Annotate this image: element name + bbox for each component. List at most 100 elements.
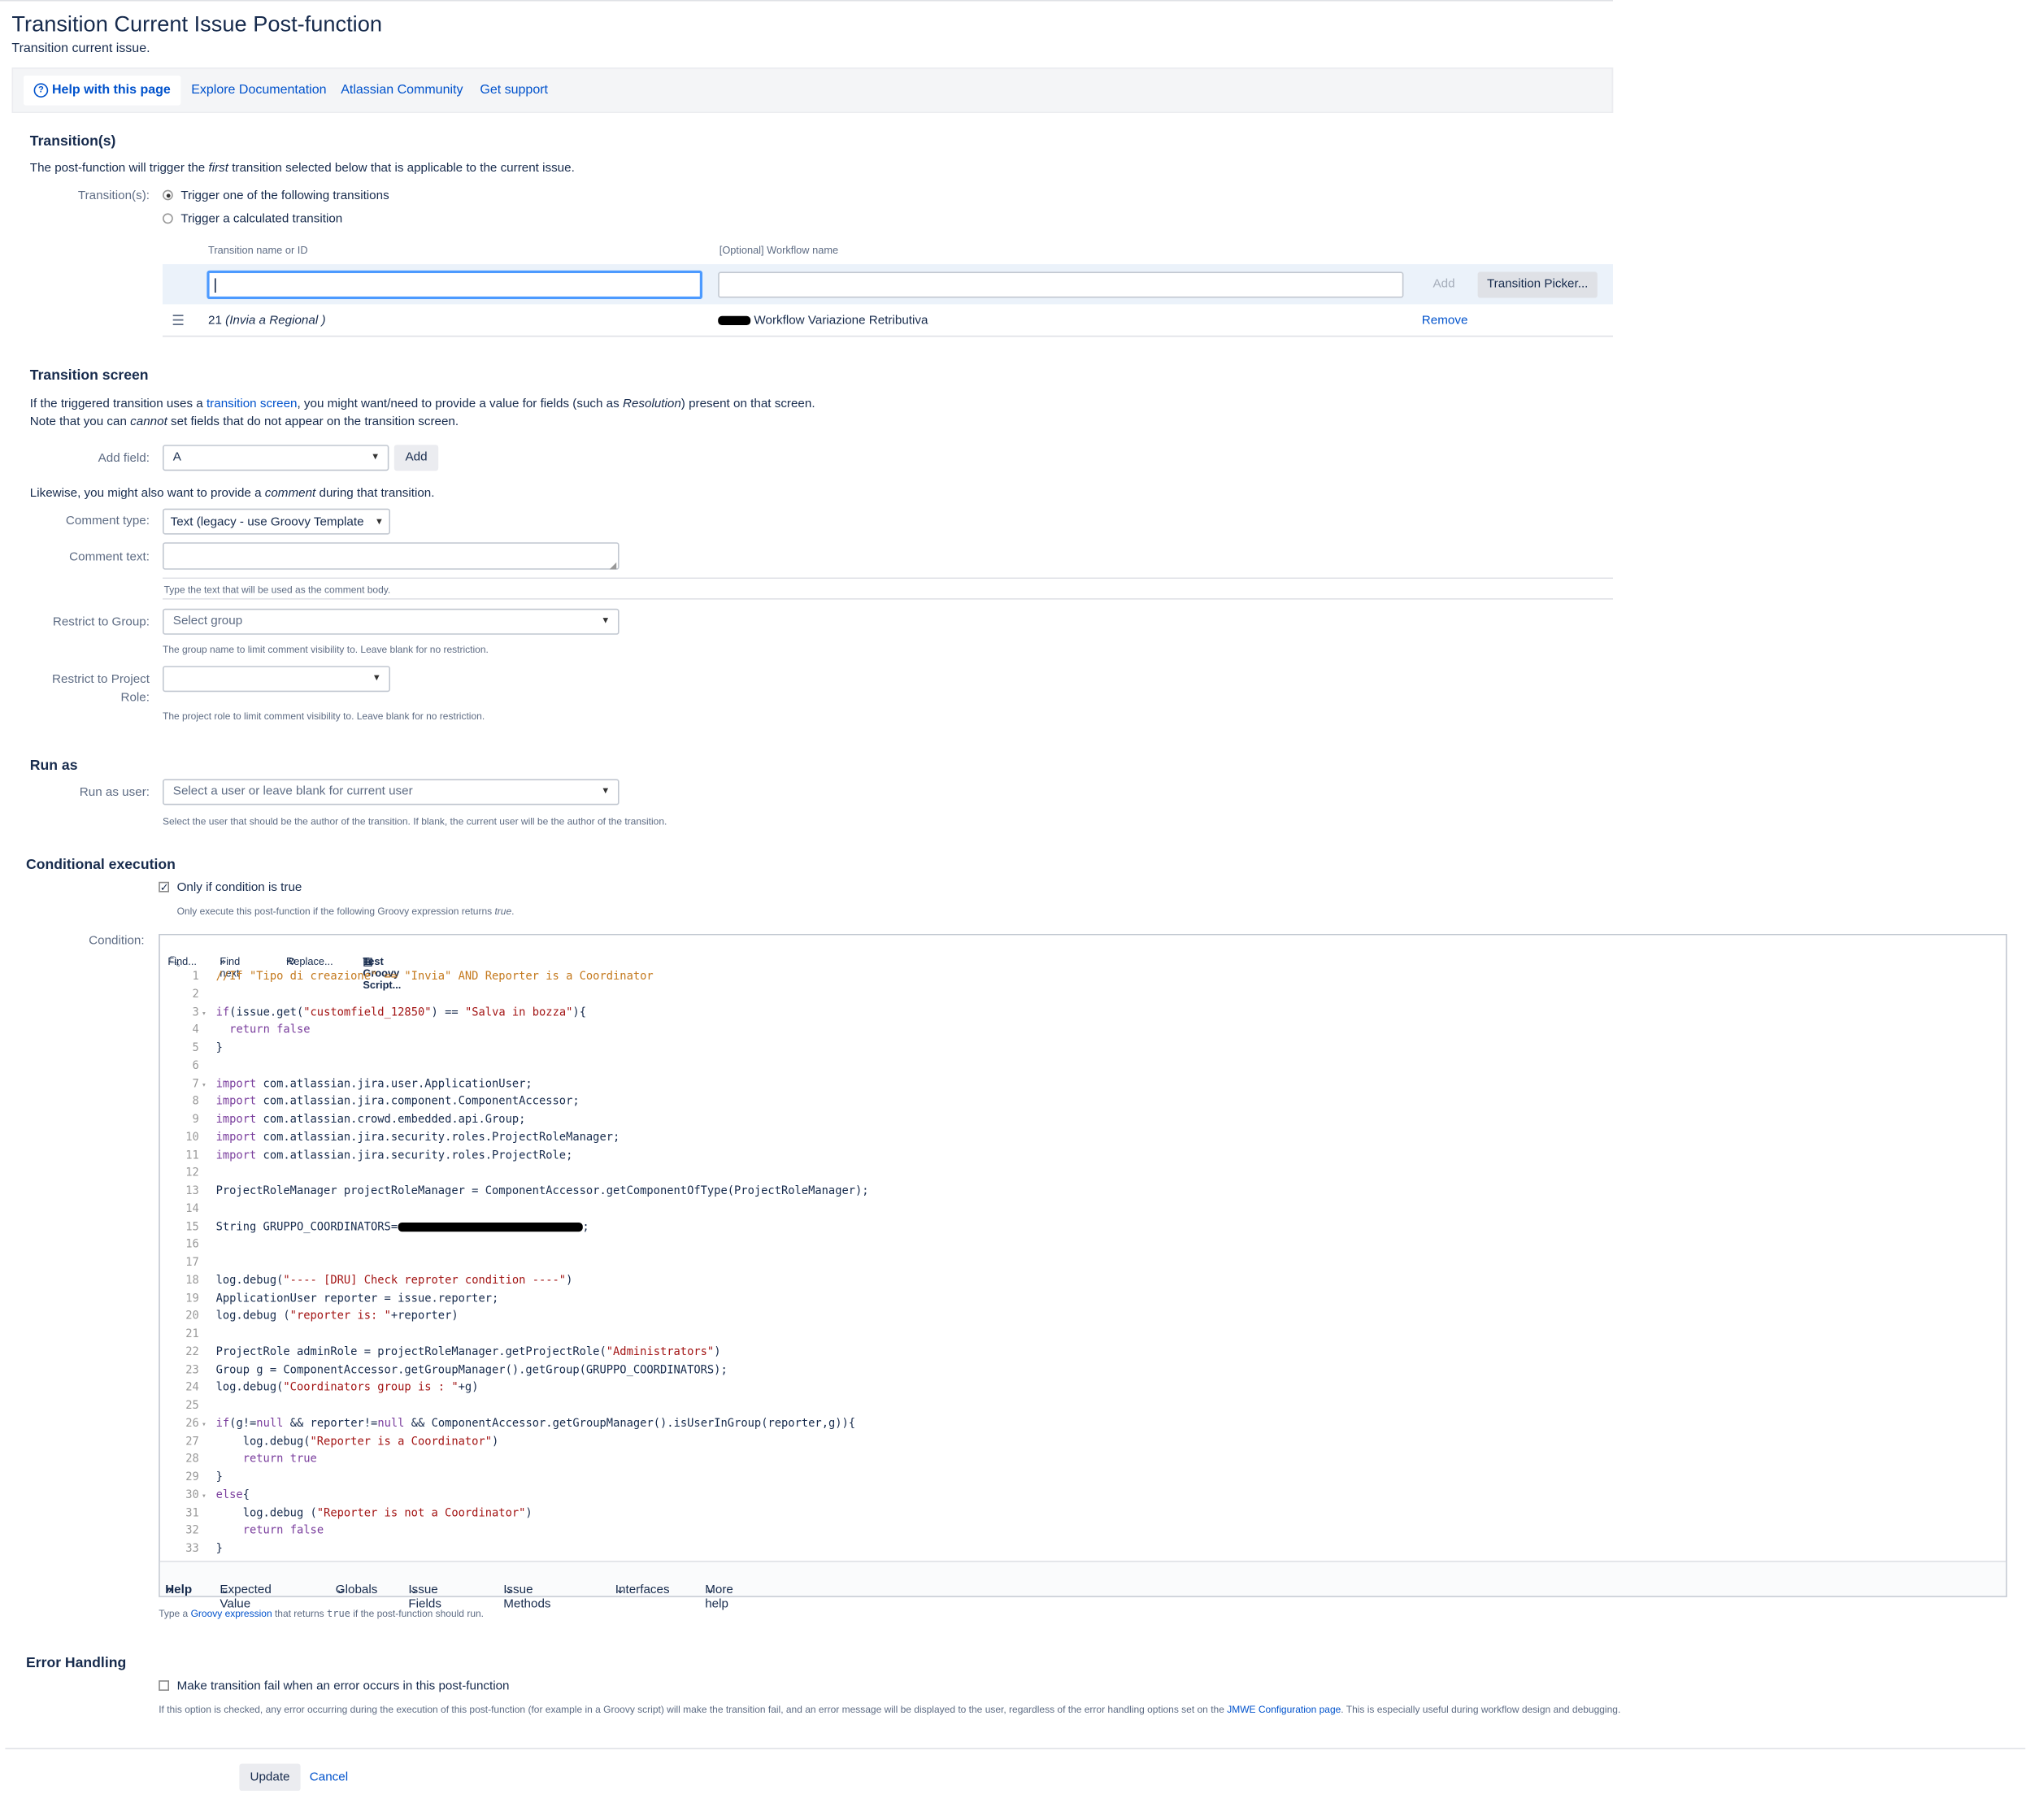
code-text: String GRUPPO_COORDINATORS=; bbox=[215, 1220, 589, 1234]
code-area[interactable]: 1 //If "Tipo di creazione" == "Invia" AND… bbox=[160, 969, 2006, 1559]
groovy-expression-link[interactable]: Groovy expression bbox=[191, 1608, 272, 1619]
code-line[interactable]: 3 ▾ if(issue.get("customfield_12850") == "… bbox=[160, 1005, 2006, 1023]
code-line[interactable]: 28 return true bbox=[160, 1452, 2006, 1470]
code-line[interactable]: 31 log.debug ("Reporter is not a Coordin… bbox=[160, 1505, 2006, 1523]
comment-text-label: Comment text: bbox=[69, 549, 150, 565]
chevron-down-icon: ▼ bbox=[601, 616, 611, 626]
trigger-calculated-radio[interactable] bbox=[163, 213, 173, 224]
help-bar: ? Help with this page Explore Documentati… bbox=[11, 67, 1613, 114]
fold-arrow-icon[interactable]: ▾ bbox=[202, 1416, 207, 1434]
text-cursor bbox=[215, 278, 216, 293]
code-line[interactable]: 32 return false bbox=[160, 1523, 2006, 1541]
add-transition-button[interactable]: Add bbox=[1424, 271, 1463, 298]
code-line[interactable]: 22 ProjectRole adminRole = projectRoleMan… bbox=[160, 1344, 2006, 1362]
code-text: import com.atlassian.jira.user.Applicati… bbox=[215, 1077, 533, 1091]
page-subtitle: Transition current issue. bbox=[11, 41, 150, 56]
likewise-text: Likewise, you might also want to provide… bbox=[29, 486, 435, 501]
line-number: 32 bbox=[185, 1524, 199, 1538]
code-line[interactable]: 20 log.debug ("reporter is: "+reporter) bbox=[160, 1309, 2006, 1327]
atlassian-community-link[interactable]: Atlassian Community bbox=[341, 83, 463, 98]
code-text: if(issue.get("customfield_12850") == "Sa… bbox=[215, 1006, 586, 1019]
code-text: Group g = ComponentAccessor.getGroupMana… bbox=[215, 1363, 728, 1377]
explore-documentation-link[interactable]: Explore Documentation bbox=[191, 83, 326, 98]
code-line[interactable]: 4 return false bbox=[160, 1023, 2006, 1040]
comment-help-bottom-divider bbox=[163, 598, 1613, 600]
condition-help: Only execute this post-function if the f… bbox=[176, 905, 515, 917]
code-line[interactable]: 11 import com.atlassian.jira.security.rol… bbox=[160, 1148, 2006, 1166]
jmwe-configuration-link[interactable]: JMWE Configuration page bbox=[1227, 1704, 1341, 1715]
get-support-link[interactable]: Get support bbox=[480, 83, 548, 98]
code-text: log.debug("---- [DRU] Check reproter con… bbox=[215, 1274, 573, 1288]
code-line[interactable]: 15 String GRUPPO_COORDINATORS=; bbox=[160, 1219, 2006, 1237]
code-line[interactable]: 25 bbox=[160, 1398, 2006, 1416]
line-number: 26 bbox=[185, 1417, 199, 1431]
run-as-user-select[interactable]: Select a user or leave blank for current… bbox=[163, 779, 620, 806]
trigger-following-radio[interactable] bbox=[163, 189, 173, 201]
code-line[interactable]: 21 bbox=[160, 1327, 2006, 1344]
condition-code-editor[interactable]: 🔍︎ Find... » Find next ⟲ Replace... ▤ Test … bbox=[159, 933, 2007, 1611]
fold-arrow-icon[interactable]: ▾ bbox=[202, 1076, 207, 1094]
code-line[interactable]: 13 ProjectRoleManager projectRoleManager … bbox=[160, 1184, 2006, 1201]
line-number: 5 bbox=[192, 1041, 199, 1055]
only-if-condition-checkbox[interactable]: ✓ bbox=[159, 881, 169, 893]
comment-type-select[interactable]: Text (legacy - use Groovy Template ▼ bbox=[163, 508, 390, 535]
line-number: 27 bbox=[185, 1435, 199, 1449]
code-line[interactable]: 18 log.debug("---- [DRU] Check reproter c… bbox=[160, 1273, 2006, 1291]
code-text: log.debug ("reporter is: "+reporter) bbox=[215, 1310, 459, 1323]
run-as-label: Run as user: bbox=[79, 785, 150, 800]
add-field-button[interactable]: Add bbox=[393, 445, 439, 471]
line-number: 13 bbox=[185, 1184, 199, 1198]
code-line[interactable]: 23 Group g = ComponentAccessor.getGroupMa… bbox=[160, 1362, 2006, 1380]
code-line[interactable]: 33} bbox=[160, 1541, 2006, 1559]
code-line[interactable]: 10 import com.atlassian.jira.security.rol… bbox=[160, 1130, 2006, 1148]
code-line[interactable]: 1 //If "Tipo di creazione" == "Invia" AND… bbox=[160, 969, 2006, 987]
help-with-this-page-tab[interactable]: ? Help with this page bbox=[23, 75, 181, 106]
line-number: 9 bbox=[192, 1113, 199, 1127]
code-line[interactable]: 29} bbox=[160, 1470, 2006, 1488]
comment-text-area[interactable]: ◢ bbox=[163, 542, 620, 571]
run-as-heading: Run as bbox=[29, 758, 78, 774]
transition-name-input[interactable] bbox=[207, 270, 702, 299]
restrict-role-select[interactable]: ▼ bbox=[163, 666, 390, 693]
code-line[interactable]: 2 bbox=[160, 987, 2006, 1005]
error-handling-help: If this option is checked, any error occ… bbox=[159, 1704, 1621, 1716]
fold-arrow-icon[interactable]: ▾ bbox=[202, 1488, 207, 1505]
only-if-condition-label: Only if condition is true bbox=[176, 880, 302, 895]
code-line[interactable]: 9 import com.atlassian.crowd.embedded.api… bbox=[160, 1112, 2006, 1130]
transition-picker-button[interactable]: Transition Picker... bbox=[1477, 271, 1598, 298]
comment-type-label: Comment type: bbox=[65, 514, 150, 528]
redacted-value bbox=[398, 1222, 583, 1231]
remove-transition-link[interactable]: Remove bbox=[1422, 314, 1468, 328]
code-line[interactable]: 26 ▾ if(g!=null && reporter!=null && Compo… bbox=[160, 1416, 2006, 1434]
line-number: 33 bbox=[185, 1542, 199, 1556]
code-line[interactable]: 30 ▾ else{ bbox=[160, 1488, 2006, 1505]
workflow-name-input[interactable] bbox=[718, 271, 1404, 298]
code-line[interactable]: 19 ApplicationUser reporter = issue.repor… bbox=[160, 1291, 2006, 1309]
code-line[interactable]: 6 bbox=[160, 1058, 2006, 1076]
code-line[interactable]: 16 bbox=[160, 1237, 2006, 1255]
restrict-group-select[interactable]: Select group ▼ bbox=[163, 608, 620, 635]
line-number: 11 bbox=[185, 1149, 199, 1162]
code-line[interactable]: 14 bbox=[160, 1201, 2006, 1219]
code-line[interactable]: 8 import com.atlassian.jira.component.Com… bbox=[160, 1094, 2006, 1112]
add-field-select[interactable]: A ▼ bbox=[163, 445, 389, 471]
code-line[interactable]: 5} bbox=[160, 1040, 2006, 1058]
chevron-down-icon: ▼ bbox=[372, 673, 381, 683]
drag-handle-icon[interactable]: ☰ bbox=[172, 312, 185, 329]
code-line[interactable]: 27 log.debug("Reporter is a Coordinator"… bbox=[160, 1434, 2006, 1452]
line-number: 4 bbox=[192, 1023, 199, 1037]
code-line[interactable]: 12 bbox=[160, 1166, 2006, 1184]
code-line[interactable]: 17 bbox=[160, 1255, 2006, 1273]
fold-arrow-icon[interactable]: ▾ bbox=[202, 1005, 207, 1023]
code-line[interactable]: 24 log.debug("Coordinators group is : "+g… bbox=[160, 1380, 2006, 1398]
update-button[interactable]: Update bbox=[239, 1763, 301, 1792]
fail-on-error-checkbox[interactable] bbox=[159, 1680, 169, 1691]
line-number: 19 bbox=[185, 1292, 199, 1305]
fail-on-error-label: Make transition fail when an error occur… bbox=[176, 1679, 510, 1694]
transition-screen-link[interactable]: transition screen bbox=[207, 397, 298, 411]
cancel-link[interactable]: Cancel bbox=[310, 1770, 348, 1785]
code-text: return true bbox=[242, 1453, 317, 1466]
resize-handle-icon[interactable]: ◢ bbox=[610, 561, 617, 571]
code-line[interactable]: 7 ▾ import com.atlassian.jira.user.Applica… bbox=[160, 1076, 2006, 1094]
code-text: if(g!=null && reporter!=null && Componen… bbox=[215, 1417, 856, 1431]
